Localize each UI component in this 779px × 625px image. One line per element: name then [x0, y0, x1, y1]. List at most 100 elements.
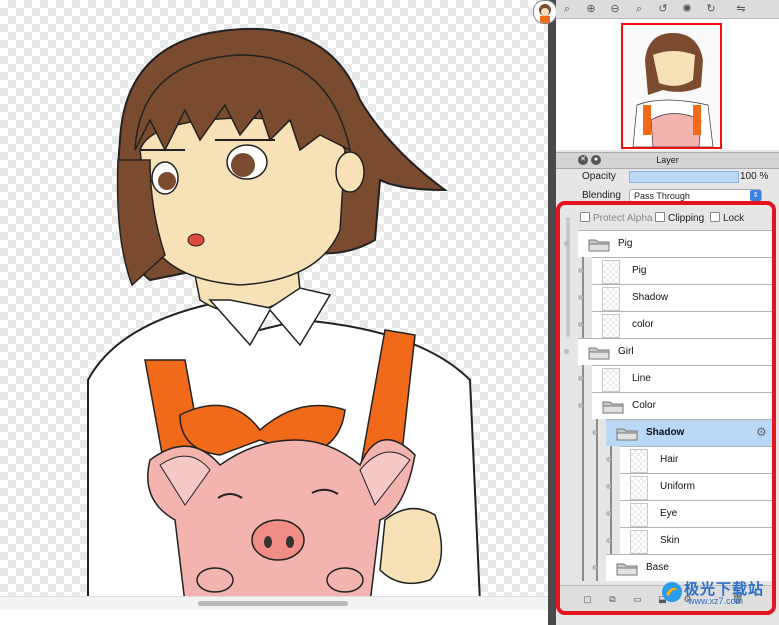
- layer-folder-row[interactable]: Pig: [564, 230, 772, 257]
- layer-options-row: Protect Alpha Clipping Lock: [560, 205, 772, 227]
- visibility-toggle-icon[interactable]: [576, 401, 586, 411]
- layer-folder-row[interactable]: Girl: [564, 338, 772, 365]
- watermark-url: www.xz7.com: [688, 596, 744, 606]
- layer-row[interactable]: Shadow: [578, 284, 772, 311]
- layer-name: Pig: [618, 238, 633, 249]
- indent-guide: [582, 500, 584, 527]
- visibility-toggle-icon[interactable]: [562, 347, 572, 357]
- indent-guide: [596, 446, 598, 473]
- layer-thumbnail: [602, 287, 620, 311]
- rotate-right-icon[interactable]: ↻: [704, 2, 718, 16]
- visibility-toggle-icon[interactable]: [576, 320, 586, 330]
- visibility-toggle-icon[interactable]: [576, 374, 586, 384]
- layer-name: Eye: [660, 508, 678, 519]
- watermark-logo: 极光下载站 www.xz7.com: [660, 578, 775, 608]
- layer-thumbnail: [602, 314, 620, 338]
- layer-thumbnail: [630, 530, 648, 554]
- lock-checkbox[interactable]: Lock: [710, 212, 744, 224]
- gear-icon[interactable]: ⚙: [756, 425, 767, 439]
- visibility-toggle-icon[interactable]: [590, 563, 600, 573]
- layer-thumbnail: [602, 260, 620, 284]
- layer-row[interactable]: Eye: [606, 500, 772, 527]
- duplicate-layer-icon[interactable]: ⧉: [607, 593, 618, 605]
- indent-guide: [582, 527, 584, 554]
- blending-label: Blending: [582, 190, 621, 201]
- indent-guide: [582, 473, 584, 500]
- layer-thumbnail: [630, 449, 648, 473]
- indent-guide: [596, 527, 598, 554]
- zoom-out-icon[interactable]: ⊖: [608, 2, 622, 16]
- layer-name: Line: [632, 373, 651, 384]
- visibility-toggle-icon[interactable]: [604, 536, 614, 546]
- horizontal-scrollbar[interactable]: [0, 596, 548, 611]
- rotate-left-icon[interactable]: ↺: [656, 2, 670, 16]
- visibility-toggle-icon[interactable]: [562, 239, 572, 249]
- rotate-reset-icon[interactable]: ✺: [680, 2, 694, 16]
- layer-thumbnail: [630, 476, 648, 500]
- layer-row[interactable]: Line: [578, 365, 772, 392]
- layer-panel-header: ✕ ● Layer: [556, 152, 779, 169]
- opacity-value: 100 %: [740, 171, 769, 182]
- flip-icon[interactable]: ⇋: [734, 2, 748, 16]
- visibility-toggle-icon[interactable]: [604, 455, 614, 465]
- layer-row[interactable]: Pig: [578, 257, 772, 284]
- indent-guide: [582, 446, 584, 473]
- indent-guide: [596, 473, 598, 500]
- folder-icon: [602, 401, 624, 414]
- blending-value: Pass Through: [634, 191, 690, 201]
- zoom-in-icon[interactable]: ⊕: [584, 2, 598, 16]
- checkbox-icon: [655, 212, 665, 222]
- folder-icon: [616, 563, 638, 576]
- layer-name: Hair: [660, 454, 679, 465]
- zoom-fit-icon[interactable]: ⌕: [560, 2, 574, 16]
- layer-row[interactable]: Skin: [606, 527, 772, 554]
- layer-name: color: [632, 319, 654, 330]
- visibility-toggle-icon[interactable]: [590, 428, 600, 438]
- navigator-preview[interactable]: [556, 19, 779, 150]
- layer-row[interactable]: color: [578, 311, 772, 338]
- layer-name: Color: [632, 400, 656, 411]
- visibility-toggle-icon[interactable]: [576, 266, 586, 276]
- layer-folder-row[interactable]: Base: [592, 554, 772, 581]
- opacity-slider[interactable]: [629, 171, 739, 183]
- layer-folder-row[interactable]: Color: [578, 392, 772, 419]
- new-folder-icon[interactable]: ▭: [632, 593, 643, 605]
- drawing-canvas[interactable]: [0, 0, 548, 603]
- layer-folder-row[interactable]: Shadow ⚙: [592, 419, 772, 446]
- layer-name: Shadow: [646, 427, 685, 438]
- indent-guide: [596, 500, 598, 527]
- illustration: [87, 27, 482, 603]
- clipping-checkbox[interactable]: Clipping: [655, 212, 704, 224]
- visibility-toggle-icon[interactable]: [604, 482, 614, 492]
- layer-panel-title: Layer: [656, 155, 679, 165]
- protect-alpha-label: Protect Alpha: [593, 213, 653, 224]
- checkbox-icon: [580, 212, 590, 222]
- user-avatar-icon[interactable]: [533, 0, 557, 24]
- layer-row[interactable]: Hair: [606, 446, 772, 473]
- folder-icon: [588, 347, 610, 360]
- protect-alpha-checkbox[interactable]: Protect Alpha: [580, 212, 652, 224]
- new-layer-icon[interactable]: ▢: [582, 593, 593, 605]
- layer-row[interactable]: Uniform: [606, 473, 772, 500]
- indent-guide: [582, 419, 584, 446]
- visibility-toggle-icon[interactable]: [604, 509, 614, 519]
- indent-guide: [582, 554, 584, 581]
- watermark-logo-icon: [662, 582, 682, 602]
- opacity-label: Opacity: [582, 171, 616, 182]
- layer-name: Shadow: [632, 292, 669, 303]
- layer-thumbnail: [602, 368, 620, 392]
- navigator-viewport-frame[interactable]: [621, 23, 722, 149]
- visibility-toggle-icon[interactable]: [576, 293, 586, 303]
- zoom-reset-icon[interactable]: ⌕: [632, 2, 646, 16]
- clipping-label: Clipping: [668, 213, 705, 224]
- checkbox-icon: [710, 212, 720, 222]
- canvas-footer: [0, 610, 548, 625]
- chevron-down-icon: ⇕: [750, 190, 761, 201]
- navigator-toolbar: ⌕ ⊕ ⊖ ⌕ ↺ ✺ ↻ ⇋: [556, 0, 779, 19]
- opacity-row: Opacity 100 %: [556, 169, 779, 185]
- panel-divider[interactable]: [548, 0, 556, 625]
- layer-name: Base: [646, 562, 669, 573]
- scrollbar-thumb[interactable]: [198, 601, 348, 606]
- folder-icon: [588, 239, 610, 252]
- layer-name: Pig: [632, 265, 647, 276]
